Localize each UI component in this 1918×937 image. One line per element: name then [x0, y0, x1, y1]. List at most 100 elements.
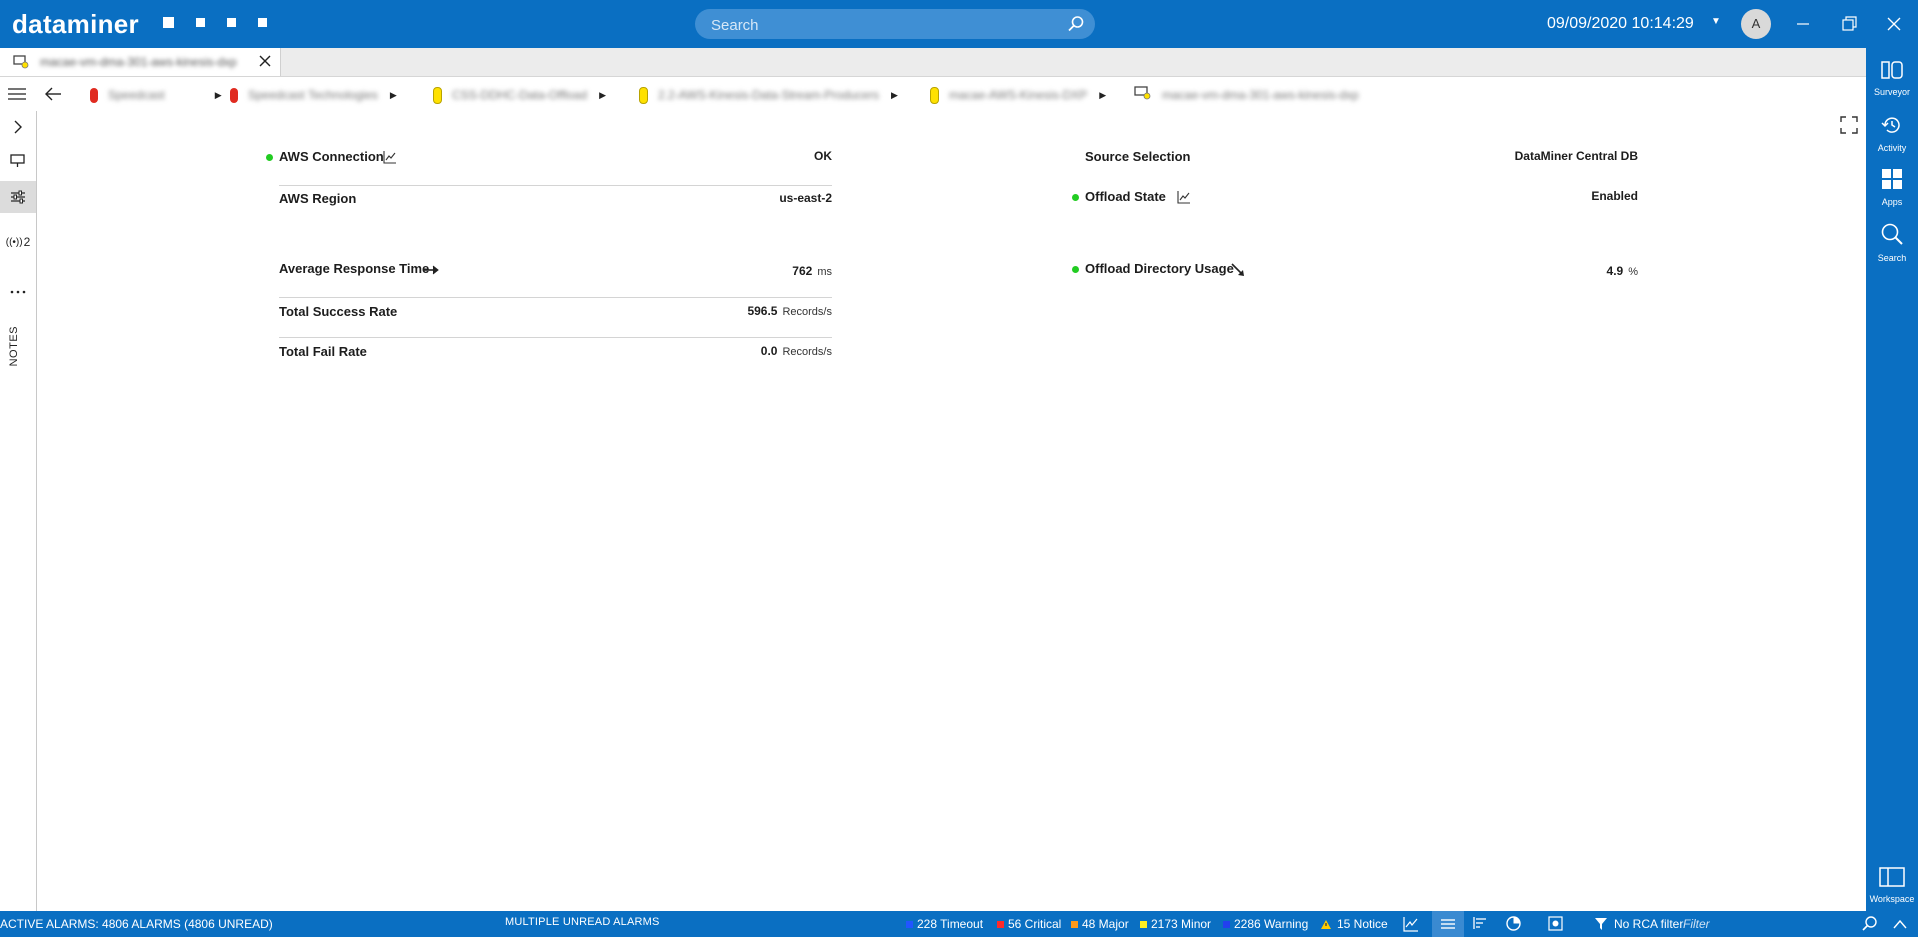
param-total-success-rate[interactable]: Total Success Rate 596.5 Records/s — [279, 304, 832, 334]
parameters-sliders-icon[interactable] — [0, 181, 36, 213]
status-ok-dot — [266, 154, 273, 161]
minor-square-icon — [1140, 920, 1147, 928]
trend-graph-icon[interactable] — [1177, 190, 1191, 209]
unread-alarms-label[interactable]: MULTIPLE UNREAD ALARMS — [505, 916, 660, 928]
param-value: us-east-2 — [779, 191, 832, 205]
workspace-label: Workspace — [1869, 894, 1915, 904]
breadcrumb-item[interactable]: CSS-DDHC-Data-Offload ▶ — [433, 86, 606, 104]
workspace-button[interactable]: Workspace — [1866, 867, 1918, 904]
breadcrumb-item[interactable]: 2.2-AWS-Kinesis-Data-Stream-Producers ▶ — [639, 86, 898, 104]
app-logo[interactable]: dataminer — [12, 9, 139, 40]
rca-filter[interactable]: No RCA filter — [1595, 917, 1683, 931]
critical-square-icon — [997, 920, 1004, 928]
param-aws-connection[interactable]: AWS Connection OK — [266, 149, 832, 179]
divider — [279, 185, 832, 186]
search-panel-button[interactable]: Search — [1866, 222, 1918, 263]
breadcrumb-item[interactable]: macae-AWS-Kinesis-DXP ▶ — [930, 86, 1106, 104]
sort-icon[interactable] — [1473, 916, 1487, 933]
activity-button[interactable]: Activity — [1866, 114, 1918, 153]
param-name: Offload Directory Usage — [1085, 261, 1234, 276]
focus-target-icon[interactable] — [1548, 916, 1563, 934]
search-input[interactable] — [709, 9, 1053, 41]
alarm-pill-icon — [230, 87, 238, 103]
trend-down-arrow-icon[interactable] — [1230, 262, 1246, 283]
status-ok-dot — [1072, 266, 1079, 273]
critical-count[interactable]: 56 Critical — [997, 917, 1061, 931]
minimize-icon[interactable] — [1791, 12, 1815, 36]
workspace-icon — [1879, 867, 1905, 891]
param-name: AWS Region — [279, 191, 357, 206]
pie-chart-icon[interactable] — [1506, 916, 1521, 934]
param-name: Average Response Time — [279, 261, 430, 276]
apps-grid-icon — [1881, 169, 1903, 194]
caret-right-icon[interactable]: ▶ — [891, 90, 898, 101]
warning-label: 2286 Warning — [1234, 917, 1309, 931]
user-avatar[interactable]: A — [1741, 9, 1771, 39]
monitor-icon[interactable] — [0, 145, 36, 177]
chevron-down-icon[interactable]: ▼ — [1711, 16, 1721, 27]
caret-right-icon[interactable]: ▶ — [599, 90, 606, 101]
filter-search-icon[interactable] — [1862, 916, 1877, 934]
caret-right-icon[interactable]: ▶ — [215, 90, 222, 101]
clock-datetime: 09/09/2020 10:14:29 — [1547, 15, 1694, 32]
global-search[interactable] — [695, 9, 1095, 41]
close-tab-icon[interactable] — [258, 54, 272, 73]
alarm-broadcast-item[interactable]: ((•)) 2 — [0, 226, 36, 258]
param-name: AWS Connection — [279, 149, 384, 164]
back-arrow-icon[interactable] — [44, 86, 62, 107]
breadcrumb-item[interactable]: Speedcast Technologies ▶ — [230, 86, 397, 104]
notes-tab[interactable]: NOTES — [8, 326, 20, 366]
notice-triangle-icon — [1321, 919, 1331, 929]
caret-right-icon[interactable]: ▶ — [390, 90, 397, 101]
trend-chart-icon[interactable] — [1403, 916, 1419, 935]
param-total-fail-rate[interactable]: Total Fail Rate 0.0 Records/s — [279, 344, 832, 374]
close-window-icon[interactable] — [1882, 12, 1906, 36]
minor-count[interactable]: 2173 Minor — [1140, 917, 1211, 931]
param-avg-response-time[interactable]: Average Response Time 762 ms — [279, 261, 832, 291]
list-view-button[interactable] — [1432, 911, 1464, 937]
surveyor-label: Surveyor — [1873, 87, 1910, 97]
breadcrumb-item[interactable]: Speedcast ▶ — [90, 86, 222, 104]
timeout-count[interactable]: 228 Timeout — [906, 917, 983, 931]
breadcrumb-label: macae-vm-dma-301-aws-kinesis-dxp — [1162, 88, 1359, 102]
breadcrumb-item[interactable]: macae-vm-dma-301-aws-kinesis-dxp — [1134, 85, 1359, 104]
param-source-selection[interactable]: Source Selection DataMiner Central DB — [1085, 149, 1638, 179]
card-tab[interactable]: macae-vm-dma-301-aws-kinesis-dxp — [0, 48, 281, 76]
fullscreen-icon[interactable] — [1840, 116, 1858, 139]
expand-chevron-icon[interactable] — [0, 111, 36, 143]
minor-label: 2173 Minor — [1151, 917, 1212, 931]
warning-square-icon — [1223, 920, 1230, 928]
param-offload-directory-usage[interactable]: Offload Directory Usage 4.9% — [1072, 261, 1638, 291]
apps-button[interactable]: Apps — [1866, 168, 1918, 207]
breadcrumb-label: Speedcast — [108, 88, 165, 102]
breadcrumb: Speedcast ▶ Speedcast Technologies ▶ CSS… — [0, 77, 1866, 111]
warning-count[interactable]: 2286 Warning — [1223, 917, 1308, 931]
trend-flat-arrow-icon[interactable] — [422, 263, 440, 281]
top-bar: dataminer 09/09/2020 10:14:29 ▼ A — [0, 0, 1918, 48]
surveyor-button[interactable]: Surveyor — [1866, 60, 1918, 97]
param-value-wrap: 596.5 Records/s — [747, 304, 832, 318]
surveyor-icon — [1881, 61, 1903, 84]
divider — [279, 297, 832, 298]
param-unit: Records/s — [782, 306, 832, 318]
more-options-icon[interactable] — [0, 276, 36, 308]
active-alarms-summary[interactable]: ACTIVE ALARMS: 4806 ALARMS (4806 UNREAD) — [0, 917, 273, 931]
hamburger-menu-icon[interactable] — [8, 87, 26, 106]
notice-count[interactable]: 15 Notice — [1320, 917, 1388, 931]
alarm-filter[interactable] — [1675, 915, 1875, 933]
broadcast-icon: ((•)) — [5, 236, 23, 248]
search-icon[interactable] — [1067, 15, 1085, 38]
param-name: Source Selection — [1085, 149, 1191, 164]
major-count[interactable]: 48 Major — [1071, 917, 1129, 931]
caret-right-icon[interactable]: ▶ — [1099, 90, 1106, 101]
card-tab-title: macae-vm-dma-301-aws-kinesis-dxp — [40, 55, 237, 69]
trend-graph-icon[interactable] — [383, 150, 397, 169]
param-value-wrap: 0.0 Records/s — [761, 344, 832, 358]
restore-icon[interactable] — [1837, 12, 1861, 36]
chevron-up-icon[interactable] — [1893, 918, 1907, 932]
param-value: OK — [814, 149, 832, 163]
param-offload-state[interactable]: Offload State Enabled — [1072, 189, 1638, 219]
alarm-pill-icon — [930, 86, 939, 104]
filter-input[interactable] — [1675, 915, 1871, 933]
param-aws-region[interactable]: AWS Region us-east-2 — [279, 191, 832, 221]
